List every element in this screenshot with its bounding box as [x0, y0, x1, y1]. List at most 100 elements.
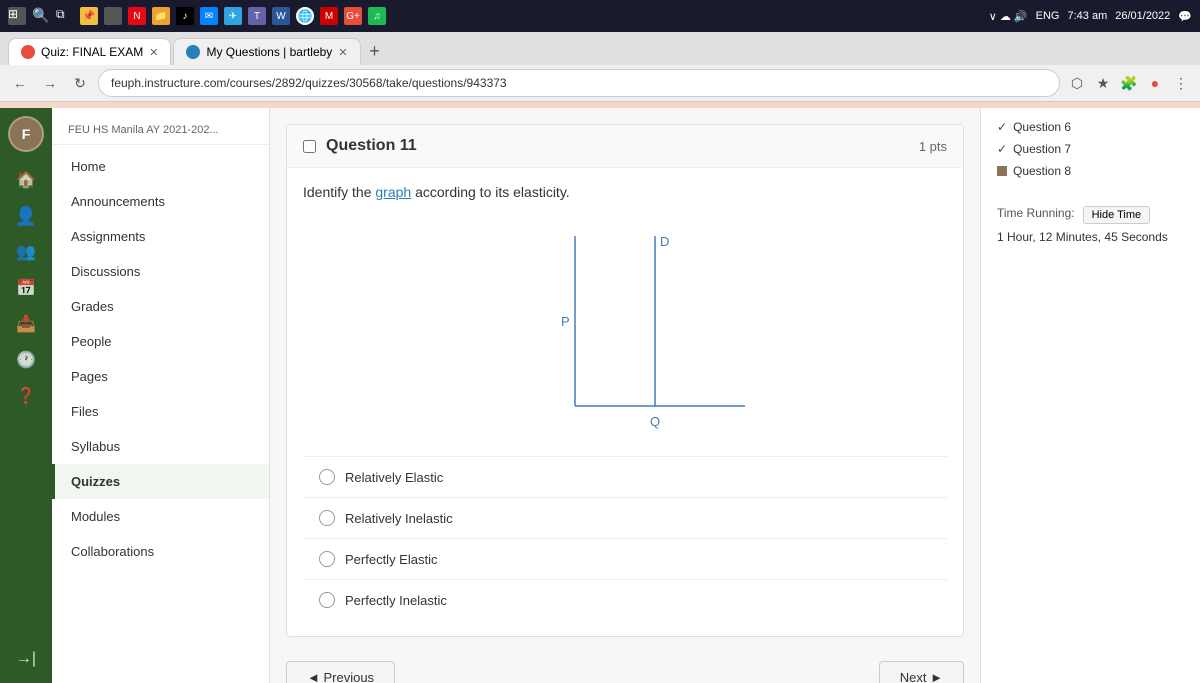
rail-home-icon[interactable]: 🏠 [10, 164, 42, 196]
messenger-icon[interactable]: ✉ [200, 7, 218, 25]
rail-clock-icon[interactable]: 🕐 [10, 344, 42, 376]
new-tab-button[interactable]: + [363, 40, 387, 64]
folder-icon[interactable]: 📁 [152, 7, 170, 25]
menu-button[interactable]: ⋮ [1170, 72, 1192, 94]
question-nav-label-6: Question 6 [1013, 120, 1071, 134]
question-nav-label-8: Question 8 [1013, 164, 1071, 178]
browser-chrome: Quiz: FINAL EXAM ✕ My Questions | bartle… [0, 32, 1200, 102]
svg-text:P: P [561, 314, 570, 329]
answer-option-3[interactable]: Perfectly Elastic [303, 538, 947, 579]
sidebar-item-files[interactable]: Files [52, 394, 269, 429]
sidebar-item-syllabus[interactable]: Syllabus [52, 429, 269, 464]
sticky-icon[interactable]: 📌 [80, 7, 98, 25]
search-icon[interactable]: 🔍 [32, 7, 50, 25]
sidebar-item-quizzes[interactable]: Quizzes [52, 464, 269, 499]
answer-label-1: Relatively Elastic [345, 470, 443, 485]
sidebar-grades-label: Grades [71, 299, 114, 314]
svg-text:D: D [660, 234, 669, 249]
radio-3[interactable] [319, 551, 335, 567]
answer-option-4[interactable]: Perfectly Inelastic [303, 579, 947, 620]
forward-button[interactable]: → [38, 71, 62, 95]
extensions-button[interactable]: 🧩 [1118, 72, 1140, 94]
rail-inbox-icon[interactable]: 📥 [10, 308, 42, 340]
tab-bartleby-close[interactable]: ✕ [338, 46, 347, 59]
teams-icon[interactable]: T [248, 7, 266, 25]
browser-actions: ⬡ ★ 🧩 ● ⋮ [1066, 72, 1192, 94]
reload-button[interactable]: ↻ [68, 71, 92, 95]
rail-help-icon[interactable]: ❓ [10, 380, 42, 412]
time-section: Time Running: Hide Time 1 Hour, 12 Minut… [989, 198, 1192, 252]
taskbar-right: ∨ ☁ 🔊 ENG 7:43 am 26/01/2022 💬 [989, 10, 1192, 23]
answer-label-4: Perfectly Inelastic [345, 593, 447, 608]
sidebar-assignments-label: Assignments [71, 229, 145, 244]
sidebar-item-grades[interactable]: Grades [52, 289, 269, 324]
language-indicator: ENG [1036, 10, 1060, 22]
next-button[interactable]: Next ► [879, 661, 964, 683]
question-nav-7[interactable]: ✓ Question 7 [989, 138, 1192, 160]
previous-button[interactable]: ◄ Previous [286, 661, 395, 683]
sidebar-item-people[interactable]: People [52, 324, 269, 359]
address-bar: ← → ↻ ⬡ ★ 🧩 ● ⋮ [0, 65, 1200, 101]
windows-icon[interactable]: ⊞ [8, 7, 26, 25]
question-points: 1 pts [919, 139, 947, 154]
question-text: Identify the graph according to its elas… [303, 184, 947, 200]
sidebar-item-collaborations[interactable]: Collaborations [52, 534, 269, 569]
time-display: 1 Hour, 12 Minutes, 45 Seconds [997, 230, 1184, 244]
rail-people-icon[interactable]: 👥 [10, 236, 42, 268]
tab-bartleby-label: My Questions | bartleby [206, 45, 332, 59]
question-text-before: Identify the [303, 184, 375, 200]
sidebar-item-modules[interactable]: Modules [52, 499, 269, 534]
sidebar-people-label: People [71, 334, 111, 349]
square-icon-8 [997, 166, 1007, 176]
app1-icon[interactable] [104, 7, 122, 25]
radio-4[interactable] [319, 592, 335, 608]
question-checkbox[interactable] [303, 140, 316, 153]
telegram-icon[interactable]: ✈ [224, 7, 242, 25]
tab-quiz[interactable]: Quiz: FINAL EXAM ✕ [8, 38, 171, 65]
course-name: FEU HS Manila AY 2021-202... [52, 116, 269, 145]
sidebar-item-pages[interactable]: Pages [52, 359, 269, 394]
app2-icon[interactable]: G+ [344, 7, 362, 25]
notifications-icon[interactable]: 💬 [1178, 10, 1192, 23]
question-header-left: Question 11 [303, 137, 417, 155]
user-avatar[interactable]: F [8, 116, 44, 152]
task-view-icon[interactable]: ⧉ [56, 7, 74, 25]
rail-arrow-icon[interactable]: →| [10, 643, 42, 675]
sidebar-item-assignments[interactable]: Assignments [52, 219, 269, 254]
date: 26/01/2022 [1115, 10, 1170, 22]
chrome-icon[interactable]: 🌐 [296, 7, 314, 25]
rail-calendar-icon[interactable]: 📅 [10, 272, 42, 304]
system-tray: ∨ ☁ 🔊 [989, 10, 1028, 23]
answer-label-3: Perfectly Elastic [345, 552, 437, 567]
profile-icon[interactable]: ● [1144, 72, 1166, 94]
bartleby-favicon [186, 45, 200, 59]
spotify-icon[interactable]: ♫ [368, 7, 386, 25]
question-body: Identify the graph according to its elas… [287, 168, 963, 636]
tab-bartleby[interactable]: My Questions | bartleby ✕ [173, 38, 360, 65]
netflix-icon[interactable]: N [128, 7, 146, 25]
tiktok-icon[interactable]: ♪ [176, 7, 194, 25]
answer-option-2[interactable]: Relatively Inelastic [303, 497, 947, 538]
hide-time-button[interactable]: Hide Time [1083, 206, 1151, 224]
word-icon[interactable]: W [272, 7, 290, 25]
back-button[interactable]: ← [8, 71, 32, 95]
sidebar-item-home[interactable]: Home [52, 149, 269, 184]
url-input[interactable] [98, 69, 1060, 97]
time-running-row: Time Running: Hide Time [997, 206, 1184, 224]
cast-button[interactable]: ⬡ [1066, 72, 1088, 94]
radio-2[interactable] [319, 510, 335, 526]
rail-profile-icon[interactable]: 👤 [10, 200, 42, 232]
sidebar-item-announcements[interactable]: Announcements [52, 184, 269, 219]
quiz-favicon [21, 45, 35, 59]
bookmark-button[interactable]: ★ [1092, 72, 1114, 94]
answer-option-1[interactable]: Relatively Elastic [303, 456, 947, 497]
question-nav-8[interactable]: Question 8 [989, 160, 1192, 182]
mcafee-icon[interactable]: M [320, 7, 338, 25]
question-nav-6[interactable]: ✓ Question 6 [989, 116, 1192, 138]
time-running-label: Time Running: [997, 206, 1075, 220]
tab-quiz-close[interactable]: ✕ [149, 46, 158, 59]
question-text-highlight: graph [375, 184, 411, 200]
radio-1[interactable] [319, 469, 335, 485]
question-number: Question 11 [326, 137, 417, 155]
sidebar-item-discussions[interactable]: Discussions [52, 254, 269, 289]
